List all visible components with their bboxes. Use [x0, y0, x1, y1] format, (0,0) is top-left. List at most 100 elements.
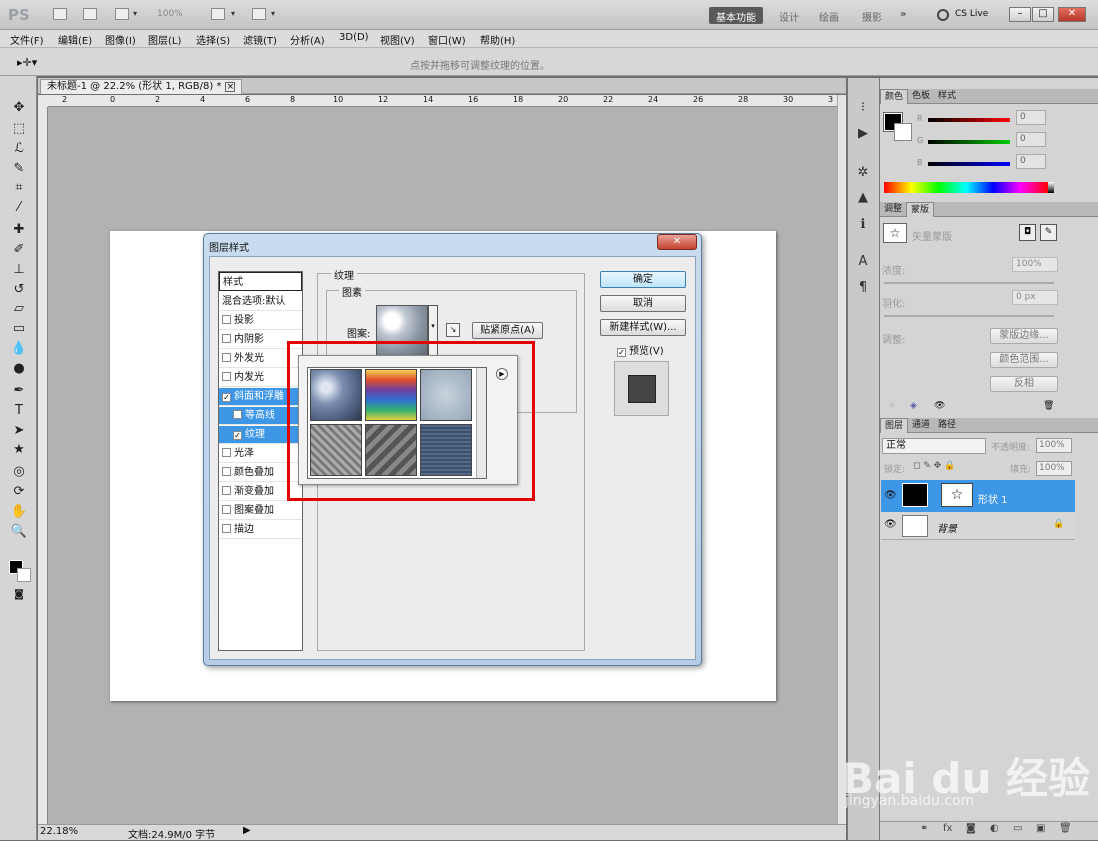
3d-rotate-tool-icon[interactable]: ◎	[10, 464, 28, 480]
menu-help[interactable]: 帮助(H)	[480, 32, 515, 47]
cslive-icon[interactable]	[937, 9, 949, 21]
view-extras-icon[interactable]	[115, 8, 129, 20]
menu-layer[interactable]: 图层(L)	[148, 32, 181, 47]
cancel-button[interactable]: 取消	[600, 295, 686, 312]
menu-file[interactable]: 文件(F)	[10, 32, 44, 47]
quick-mask-icon[interactable]: ◙	[10, 587, 28, 603]
dodge-tool-icon[interactable]: ●	[10, 361, 28, 377]
menu-filter[interactable]: 滤镜(T)	[243, 32, 277, 47]
delete-mask-icon[interactable]: 🗑	[1043, 401, 1054, 411]
crop-tool-icon[interactable]: ⌗	[10, 180, 28, 196]
workspace-painting[interactable]: 绘画	[812, 7, 846, 24]
vertical-ruler[interactable]	[38, 107, 48, 827]
style-item-pattern-overlay[interactable]: 图案叠加	[219, 502, 302, 520]
visibility-eye-icon[interactable]: 👁	[884, 519, 897, 530]
style-item-drop-shadow[interactable]: 投影	[219, 312, 302, 330]
tab-paths[interactable]: 路径	[934, 418, 960, 433]
new-style-button[interactable]: 新建样式(W)...	[600, 319, 686, 336]
mask-edge-button[interactable]: 蒙版边缘...	[990, 328, 1058, 344]
blend-mode-select[interactable]: 正常	[882, 438, 986, 454]
quick-select-tool-icon[interactable]: ✎	[10, 161, 28, 177]
blending-options-item[interactable]: 混合选项:默认	[219, 293, 302, 311]
checkbox[interactable]	[222, 505, 231, 514]
density-slider[interactable]	[884, 282, 1054, 284]
checkbox[interactable]	[222, 467, 231, 476]
checkbox[interactable]	[233, 410, 242, 419]
workspace-photography[interactable]: 摄影	[855, 7, 889, 24]
workspace-essentials[interactable]: 基本功能	[709, 7, 763, 24]
workspace-design[interactable]: 设计	[772, 7, 806, 24]
tab-styles[interactable]: 样式	[934, 89, 960, 104]
delete-layer-icon[interactable]: 🗑	[1059, 823, 1072, 834]
layer-thumbnail[interactable]	[902, 515, 928, 537]
screen-mode-icon[interactable]	[252, 8, 266, 20]
move-tool-icon[interactable]: ✥	[10, 100, 28, 116]
dialog-close-button[interactable]: ✕	[657, 234, 697, 250]
pen-tool-icon[interactable]: ✒	[10, 383, 28, 399]
apply-mask-icon[interactable]: ◈	[910, 401, 917, 411]
fill-value[interactable]: 100%	[1036, 461, 1072, 476]
adjustment-layer-icon[interactable]: ◐	[990, 823, 999, 834]
zoom-menu[interactable]: 100%	[157, 9, 183, 19]
3d-orbit-tool-icon[interactable]: ⟳	[10, 484, 28, 500]
green-slider[interactable]	[928, 140, 1010, 144]
marquee-tool-icon[interactable]: ⬚	[10, 121, 28, 137]
red-slider[interactable]	[928, 118, 1010, 122]
healing-brush-icon[interactable]: ✚	[10, 222, 28, 238]
gradient-tool-icon[interactable]: ▭	[10, 321, 28, 337]
maximize-button[interactable]: □	[1032, 7, 1054, 22]
vector-mask-add-icon[interactable]: ✎	[1040, 224, 1057, 241]
layer-name[interactable]: 背景	[937, 520, 957, 535]
menu-window[interactable]: 窗口(W)	[428, 32, 466, 47]
checkbox-checked[interactable]: ✓	[617, 348, 626, 357]
feather-value[interactable]: 0 px	[1012, 290, 1058, 305]
chevron-down-icon[interactable]: ▾	[231, 9, 235, 18]
checkbox[interactable]	[222, 448, 231, 457]
blur-tool-icon[interactable]: 💧	[10, 341, 28, 357]
bridge-icon[interactable]	[53, 8, 67, 20]
color-range-button[interactable]: 颜色范围...	[990, 352, 1058, 368]
preview-checkbox[interactable]: ✓ 预览(V)	[617, 342, 664, 357]
feather-slider[interactable]	[884, 315, 1054, 317]
checkbox[interactable]	[222, 486, 231, 495]
horizontal-ruler[interactable]	[48, 95, 837, 107]
layer-thumbnail[interactable]	[902, 483, 928, 507]
opacity-value[interactable]: 100%	[1036, 438, 1072, 453]
checkbox[interactable]	[222, 372, 231, 381]
hand-tool-icon[interactable]: ✋	[10, 504, 28, 520]
menu-image[interactable]: 图像(I)	[105, 32, 136, 47]
more-workspaces-button[interactable]: »	[893, 7, 913, 24]
lasso-tool-icon[interactable]: ℒ	[10, 141, 28, 157]
color-panel-background[interactable]	[894, 123, 912, 141]
info-icon[interactable]: ℹ	[855, 217, 871, 233]
mini-bridge-icon[interactable]	[83, 8, 97, 20]
chevron-down-icon[interactable]: ▾	[271, 9, 275, 18]
layer-style-fx-icon[interactable]: fx	[943, 823, 952, 834]
checkbox-checked[interactable]: ✓	[222, 393, 231, 402]
link-layers-icon[interactable]: ⚭	[920, 823, 928, 834]
color-spectrum-bw[interactable]	[1048, 182, 1054, 193]
type-tool-icon[interactable]: T	[10, 403, 28, 419]
layer-name[interactable]: 形状 1	[978, 491, 1008, 506]
vertical-scrollbar[interactable]	[837, 95, 846, 826]
checkbox[interactable]	[222, 353, 231, 362]
document-tab[interactable]: 未标题-1 @ 22.2% (形状 1, RGB/8) * ×	[40, 79, 243, 94]
menu-view[interactable]: 视图(V)	[380, 32, 415, 47]
tab-adjustments[interactable]: 调整	[880, 202, 906, 217]
shape-tool-icon[interactable]: ★	[10, 442, 28, 458]
new-preset-icon[interactable]: ↘	[446, 323, 460, 337]
minimize-button[interactable]: –	[1009, 7, 1031, 22]
status-menu-arrow-icon[interactable]: ▶	[243, 825, 251, 836]
ruler-origin[interactable]	[38, 95, 48, 107]
cslive-label[interactable]: CS Live	[955, 9, 988, 19]
density-value[interactable]: 100%	[1012, 257, 1058, 272]
move-tool-preset-icon[interactable]: ▸✛▾	[17, 56, 37, 69]
tab-masks[interactable]: 蒙版	[906, 202, 935, 217]
history-icon[interactable]: ⁝	[855, 100, 871, 116]
checkbox[interactable]	[222, 315, 231, 324]
tab-layers[interactable]: 图层	[880, 418, 909, 433]
new-layer-icon[interactable]: ▣	[1036, 823, 1045, 834]
visibility-eye-icon[interactable]: 👁	[884, 490, 897, 501]
arrange-documents-icon[interactable]	[211, 8, 225, 20]
ok-button[interactable]: 确定	[600, 271, 686, 288]
